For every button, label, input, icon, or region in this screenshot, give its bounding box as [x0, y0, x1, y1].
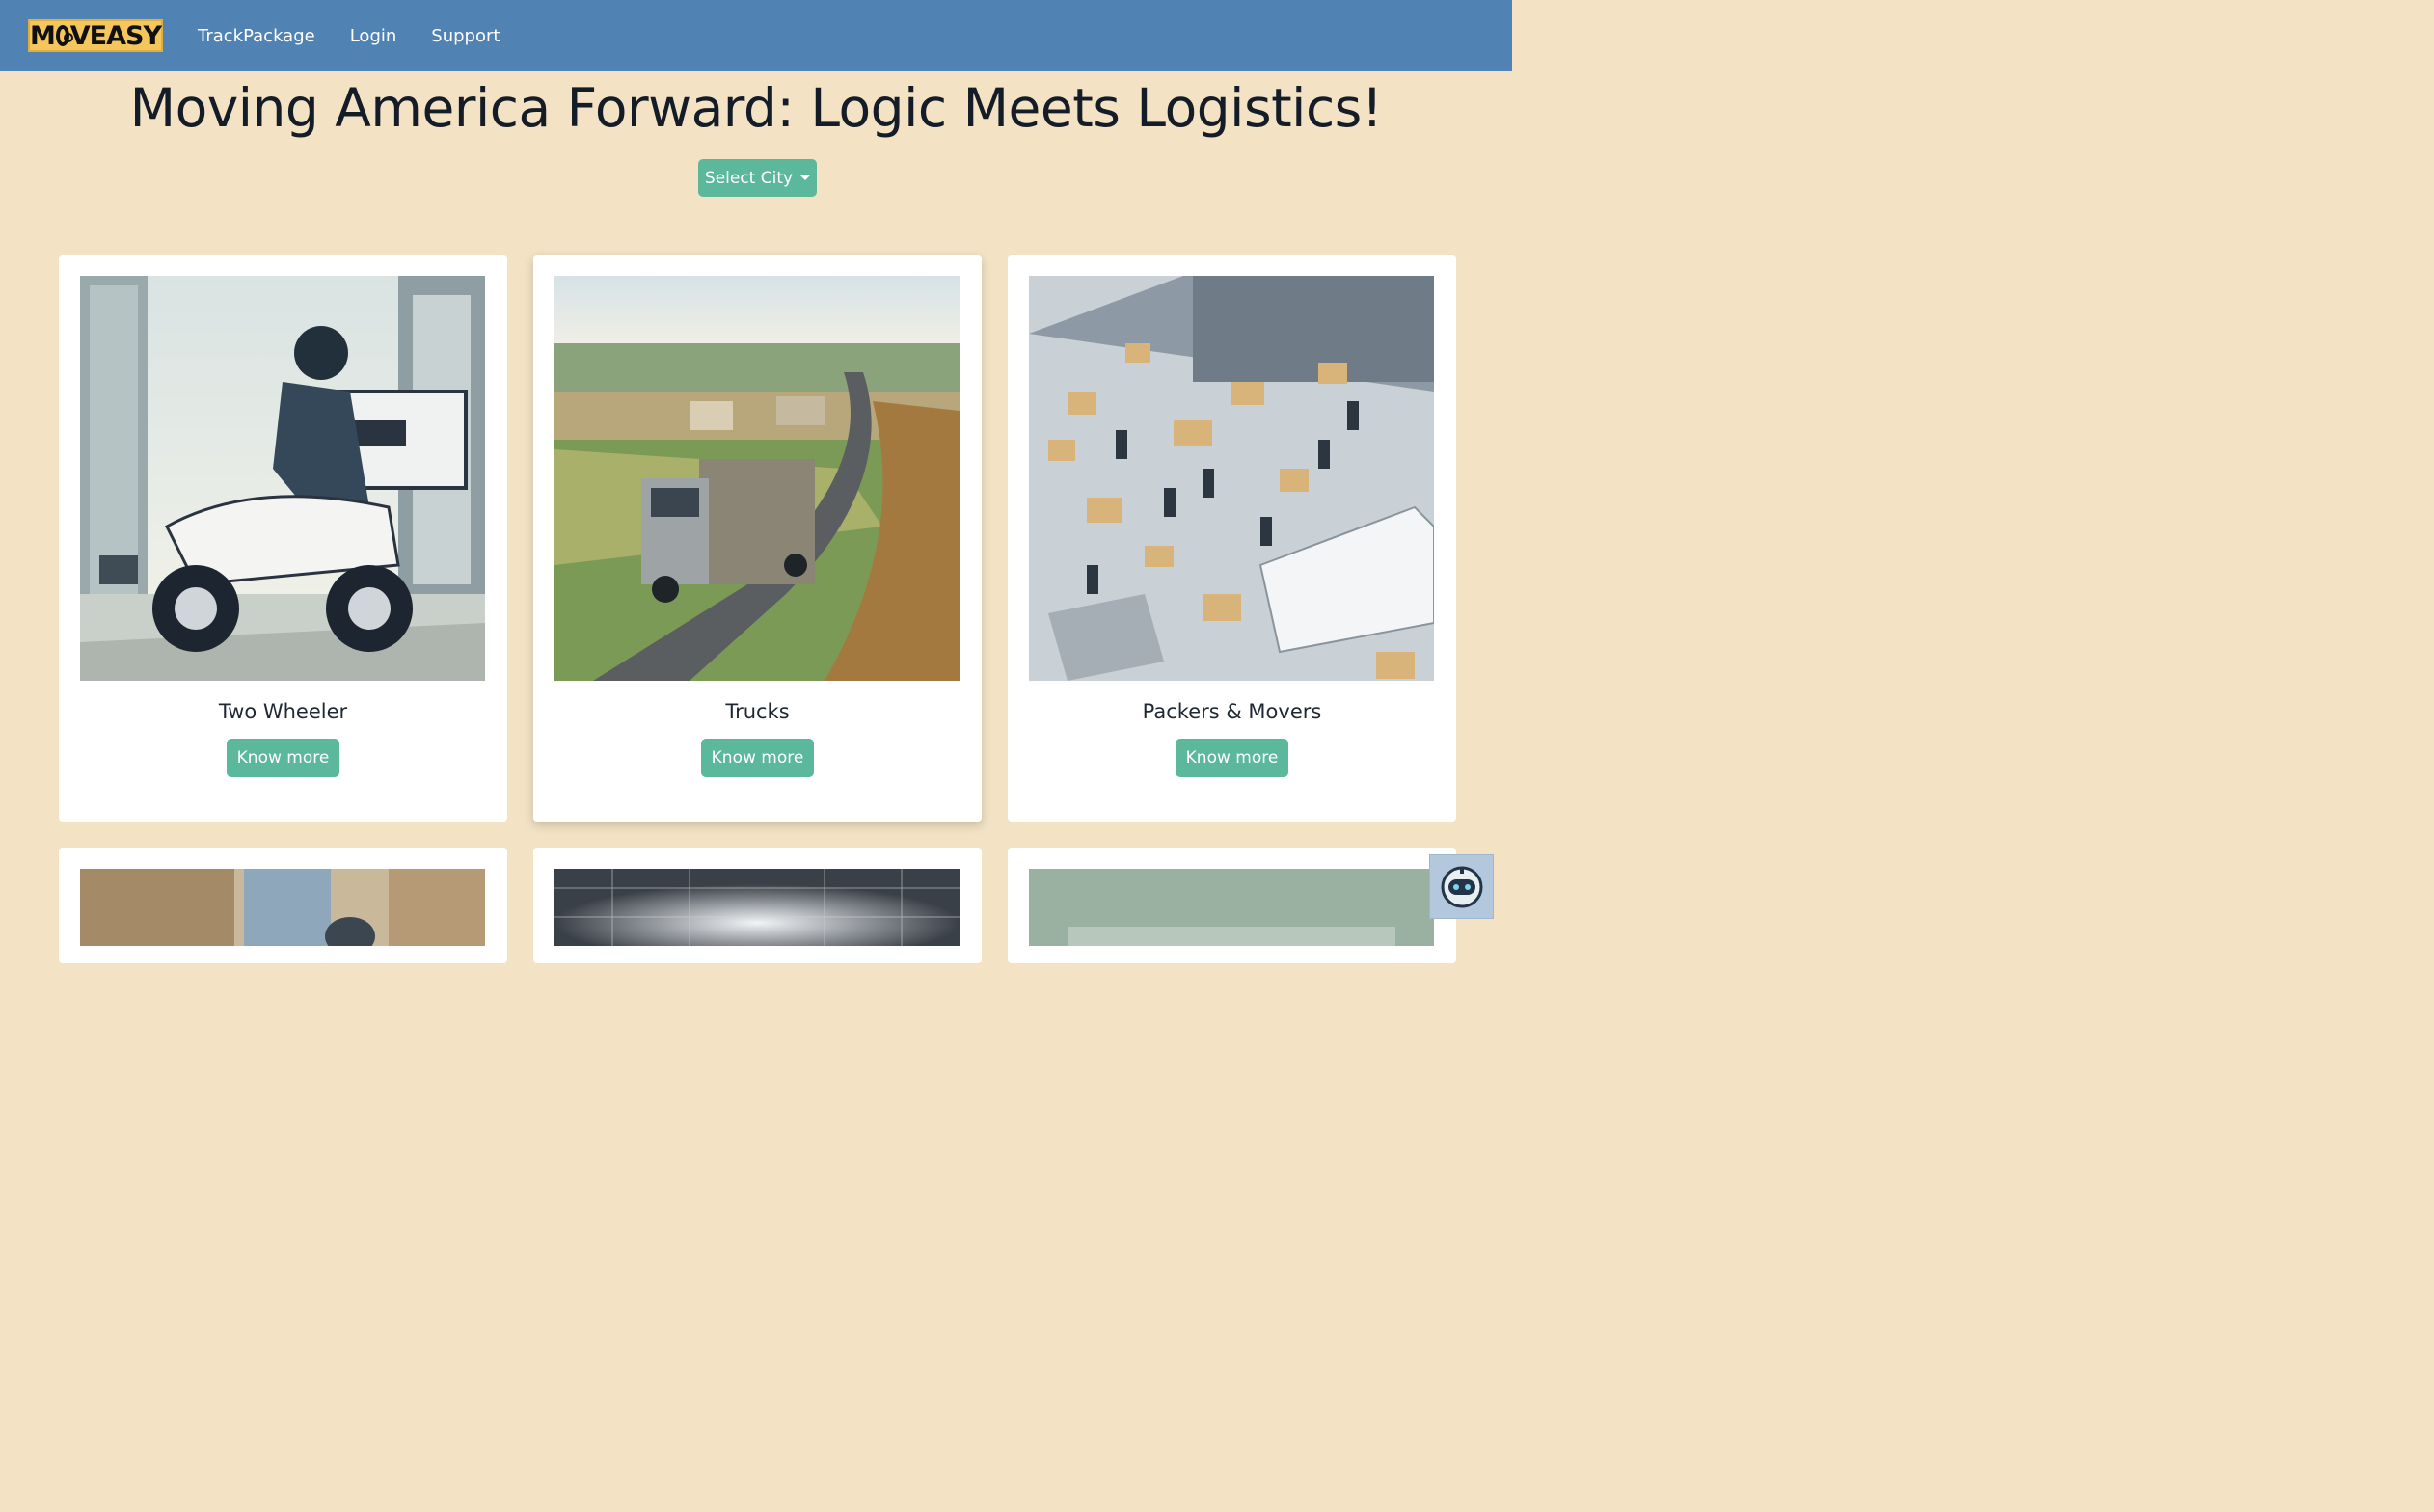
know-more-button-trucks[interactable]: Know more — [701, 739, 814, 777]
nav-link-support[interactable]: Support — [431, 26, 500, 46]
select-city-dropdown[interactable]: Select City — [698, 159, 817, 197]
two-wheeler-image — [80, 276, 485, 681]
trucks-image — [554, 276, 960, 681]
network-image — [554, 869, 960, 946]
service-card-row2-1 — [59, 848, 507, 963]
caret-down-icon — [800, 176, 811, 180]
nav-link-login[interactable]: Login — [350, 26, 397, 46]
card-title-two-wheeler: Two Wheeler — [218, 700, 348, 723]
card-title-trucks: Trucks — [725, 700, 790, 723]
hero-title: Moving America Forward: Logic Meets Logi… — [129, 77, 1383, 139]
service-card-packers-movers: Packers & Movers Know more — [1008, 255, 1456, 822]
robot-icon — [1441, 866, 1482, 907]
select-city-label: Select City — [704, 168, 794, 188]
courier-image — [80, 869, 485, 946]
packers-movers-image — [1029, 276, 1434, 681]
moveasy-logo[interactable]: M VEASY — [28, 19, 163, 52]
service-card-two-wheeler: Two Wheeler Know more — [59, 255, 507, 822]
nav-link-trackpackage[interactable]: TrackPackage — [198, 26, 315, 46]
know-more-button-packers-movers[interactable]: Know more — [1176, 739, 1288, 777]
service-card-row2-3 — [1008, 848, 1456, 963]
chatbot-button[interactable] — [1429, 854, 1494, 919]
service-card-row2-2 — [533, 848, 982, 963]
top-navbar: M VEASY TrackPackage Login Support — [0, 0, 1512, 71]
know-more-button-two-wheeler[interactable]: Know more — [227, 739, 339, 777]
service-image — [1029, 869, 1434, 946]
service-card-trucks: Trucks Know more — [533, 255, 982, 822]
card-title-packers-movers: Packers & Movers — [1142, 700, 1322, 723]
